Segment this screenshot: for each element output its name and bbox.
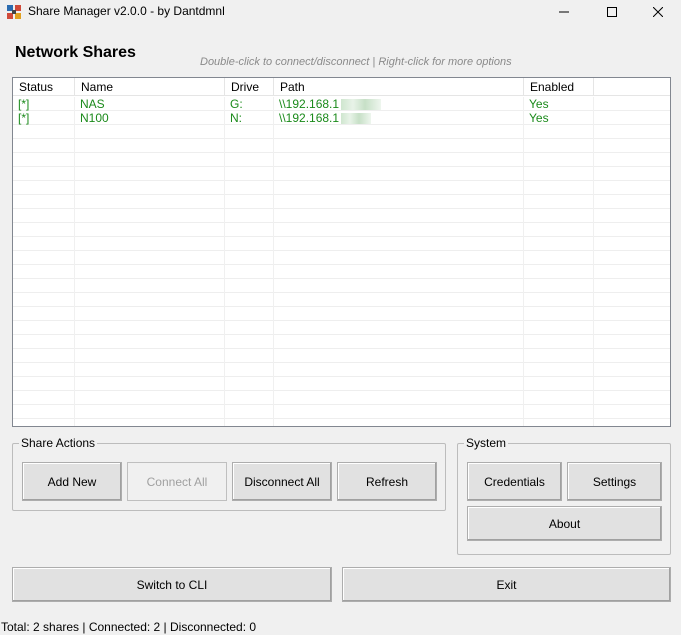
row-path-cell: \\192.168.1 bbox=[274, 111, 372, 125]
grid-divider bbox=[224, 97, 225, 426]
redacted-path bbox=[341, 113, 372, 124]
shares-list[interactable]: Status Name Drive Path Enabled [*] NAS G… bbox=[12, 77, 671, 427]
connect-all-button[interactable]: Connect All bbox=[127, 462, 227, 501]
row-name: NAS bbox=[80, 97, 105, 111]
window-title: Share Manager v2.0.0 - by Dantdmnl bbox=[28, 4, 225, 18]
add-new-button[interactable]: Add New bbox=[22, 462, 122, 501]
row-path: \\192.168.1 bbox=[279, 97, 340, 111]
redacted-path bbox=[341, 99, 382, 110]
column-header-drive[interactable]: Drive bbox=[225, 78, 274, 96]
row-drive: G: bbox=[230, 97, 243, 111]
maximize-button[interactable] bbox=[589, 0, 635, 24]
row-path-cell: \\192.168.1 bbox=[274, 97, 382, 111]
row-status: [*] bbox=[18, 97, 30, 111]
status-bar: Total: 2 shares | Connected: 2 | Disconn… bbox=[1, 620, 257, 634]
credentials-button[interactable]: Credentials bbox=[467, 462, 562, 501]
refresh-button[interactable]: Refresh bbox=[337, 462, 437, 501]
page-title: Network Shares bbox=[15, 44, 136, 61]
share-manager-app-icon bbox=[6, 4, 22, 20]
table-row[interactable]: [*] N100 N: \\192.168.1 Yes bbox=[13, 111, 670, 125]
share-actions-legend: Share Actions bbox=[21, 436, 96, 450]
column-header-status[interactable]: Status bbox=[13, 78, 75, 96]
usage-hint: Double-click to connect/disconnect | Rig… bbox=[200, 56, 512, 68]
row-enabled: Yes bbox=[529, 97, 549, 111]
column-header-path[interactable]: Path bbox=[274, 78, 524, 96]
row-path: \\192.168.1 bbox=[279, 111, 340, 125]
grid-divider bbox=[523, 97, 524, 426]
grid-divider bbox=[74, 97, 75, 426]
list-grid bbox=[13, 97, 670, 426]
grid-divider bbox=[593, 97, 594, 426]
row-enabled: Yes bbox=[529, 111, 549, 125]
list-header: Status Name Drive Path Enabled bbox=[13, 78, 670, 96]
switch-to-cli-button[interactable]: Switch to CLI bbox=[12, 567, 332, 602]
minimize-icon bbox=[559, 7, 569, 17]
about-button[interactable]: About bbox=[467, 506, 662, 541]
row-status: [*] bbox=[18, 111, 30, 125]
exit-button[interactable]: Exit bbox=[342, 567, 671, 602]
settings-button[interactable]: Settings bbox=[567, 462, 662, 501]
close-button[interactable] bbox=[635, 0, 681, 24]
column-header-name[interactable]: Name bbox=[75, 78, 225, 96]
column-header-enabled[interactable]: Enabled bbox=[524, 78, 594, 96]
grid-divider bbox=[273, 97, 274, 426]
title-bar: Share Manager v2.0.0 - by Dantdmnl bbox=[0, 0, 681, 24]
table-row[interactable]: [*] NAS G: \\192.168.1 Yes bbox=[13, 97, 670, 111]
row-drive: N: bbox=[230, 111, 242, 125]
system-legend: System bbox=[466, 436, 507, 450]
row-name: N100 bbox=[80, 111, 109, 125]
disconnect-all-button[interactable]: Disconnect All bbox=[232, 462, 332, 501]
maximize-icon bbox=[607, 7, 617, 17]
close-icon bbox=[653, 7, 663, 17]
minimize-button[interactable] bbox=[541, 0, 587, 24]
